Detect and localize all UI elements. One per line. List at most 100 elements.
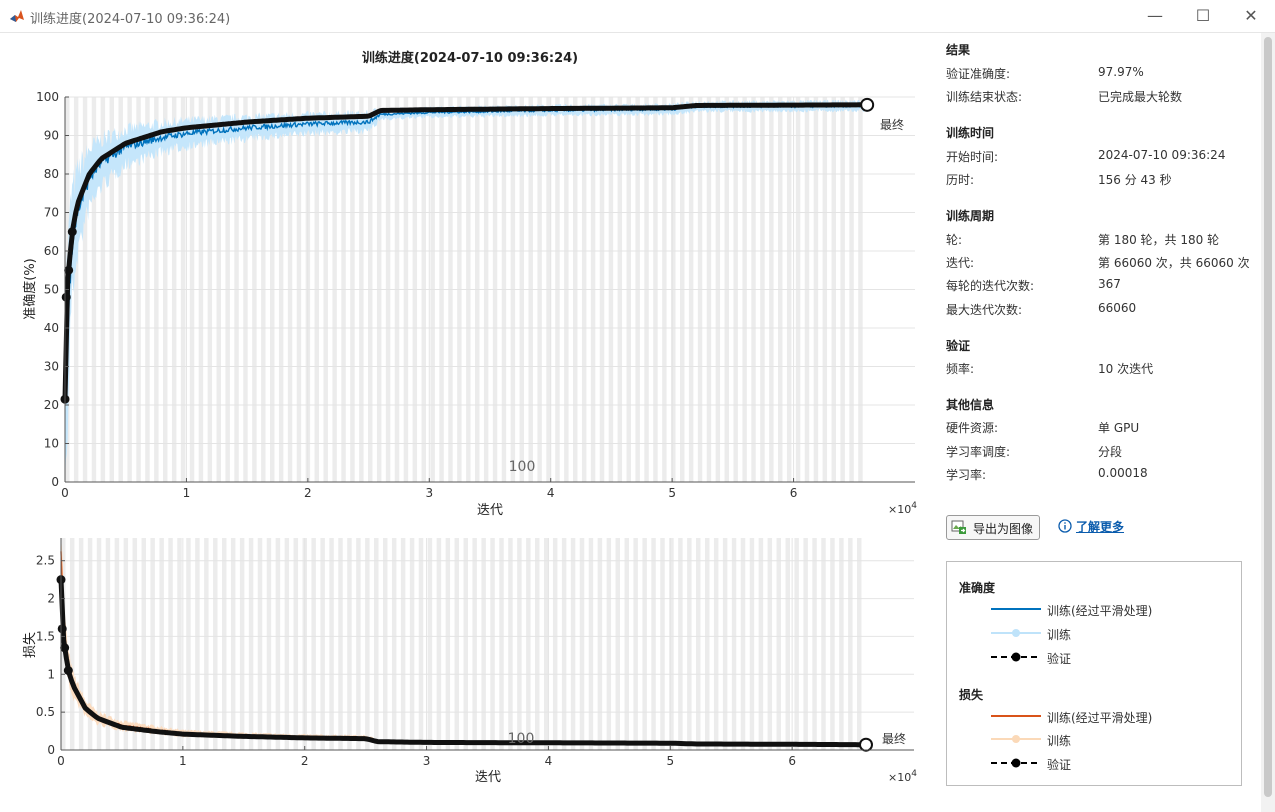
plots-area: 训练进度(2024-07-10 09:36:24) 01020304050607… [22,50,917,785]
accuracy-epoch-marker: 100 [509,459,536,475]
epoch-band [794,538,799,750]
close-button[interactable]: ✕ [1228,0,1274,32]
y-tick-label: 50 [44,283,59,297]
maximize-button[interactable]: ☐ [1180,0,1226,32]
validation-point [67,227,77,237]
iters-per-epoch-value: 367 [1098,277,1121,291]
epoch-band [651,538,656,750]
lr-schedule-label: 学习率调度: [946,445,1011,459]
legend-acc-validation-label: 验证 [1047,652,1072,666]
epoch-band [213,538,218,750]
window-title: 训练进度(2024-07-10 09:36:24) [30,12,231,27]
epoch-band [365,538,370,750]
epoch-band [713,538,719,750]
x-tick-label: 3 [425,486,433,500]
y-tick-label: 30 [44,360,59,374]
epoch-band [812,538,817,750]
minimize-button[interactable]: — [1132,0,1178,32]
x-tick-label: 5 [668,486,676,500]
y-tick-label: 100 [36,90,59,104]
loss-x-exponent-power: 4 [911,769,917,779]
final-marker [860,97,875,112]
epoch-band [69,538,75,750]
validation-point [57,624,67,634]
legend-acc-validation-swatch [991,652,1041,662]
legend-accuracy-heading: 准确度 [959,581,996,595]
export-image-label: 导出为图像 [973,522,1034,536]
vertical-scrollbar[interactable] [1261,33,1275,812]
epoch-band [230,538,236,750]
x-tick-label: 0 [57,754,65,768]
cycle-heading: 训练周期 [946,209,995,223]
end-status-value: 已完成最大轮数 [1098,90,1183,104]
y-tick-label: 60 [44,244,59,258]
epoch-band [141,538,146,750]
epoch-band [114,538,120,750]
legend-loss-training-label: 训练 [1047,734,1072,748]
export-image-button[interactable]: 导出为图像 [946,515,1040,540]
learning-rate-value: 0.00018 [1098,466,1148,480]
y-tick-label: 20 [44,398,59,412]
x-tick-label: 6 [788,754,796,768]
other-info-heading: 其他信息 [946,398,995,412]
validation-point [60,643,70,653]
epoch-label: 轮: [946,233,963,247]
accuracy-x-exponent: ×10 [888,503,911,516]
iteration-label: 迭代: [946,256,975,270]
epoch-band [454,538,460,750]
epoch-band [374,538,379,750]
validation-point [61,292,71,302]
learning-rate-label: 学习率: [946,468,987,482]
epoch-band [204,538,209,750]
epoch-band [186,538,191,750]
epoch-band [740,538,746,750]
epoch-band [427,538,433,750]
y-tick-label: 1.5 [36,629,55,643]
epoch-band [749,538,755,750]
learn-more-link[interactable]: 了解更多 [1076,518,1124,535]
x-tick-label: 4 [545,754,553,768]
epoch-band [320,538,325,750]
epoch-band [409,538,415,750]
epoch-band [830,538,835,750]
x-tick-label: 2 [301,754,309,768]
epoch-band [579,538,585,750]
scrollbar-thumb[interactable] [1264,37,1272,797]
epoch-band [696,538,701,750]
x-tick-label: 6 [790,486,798,500]
epoch-band [839,538,844,750]
epoch-band [168,538,173,750]
epoch-band [687,538,692,750]
epoch-band [356,538,361,750]
info-icon[interactable] [1058,519,1072,533]
y-tick-label: 0 [47,743,55,757]
epoch-band [311,538,316,750]
y-tick-label: 2.5 [36,554,55,568]
epoch-band [266,538,272,750]
epoch-band [624,538,629,750]
legend-loss-heading: 损失 [959,688,984,702]
epoch-band [400,538,406,750]
epoch-band [123,538,129,750]
epoch-band [436,538,442,750]
loss-final-label: 最终 [882,731,906,746]
epoch-band [445,538,451,750]
epoch-band [338,538,343,750]
legend-box: 准确度 训练(经过平滑处理) 训练 验证 损失 训练(经过平滑处理) 训练 验证 [946,561,1242,786]
epoch-band [660,538,665,750]
y-tick-label: 0.5 [36,705,55,719]
iteration-value: 第 66060 次，共 66060 次 [1098,256,1250,270]
x-tick-label: 3 [423,754,431,768]
epoch-band [588,538,594,750]
epoch-value: 第 180 轮，共 180 轮 [1098,233,1220,247]
epoch-band [472,538,477,750]
svg-text:×104: ×104 [888,769,917,784]
epoch-band [391,538,397,750]
epoch-band [704,538,710,750]
hardware-label: 硬件资源: [946,421,999,435]
legend-acc-training-swatch [991,629,1041,637]
start-time-label: 开始时间: [946,150,999,164]
epoch-band [248,538,254,750]
accuracy-x-exponent-power: 4 [911,501,917,511]
loss-x-exponent: ×10 [888,771,911,784]
